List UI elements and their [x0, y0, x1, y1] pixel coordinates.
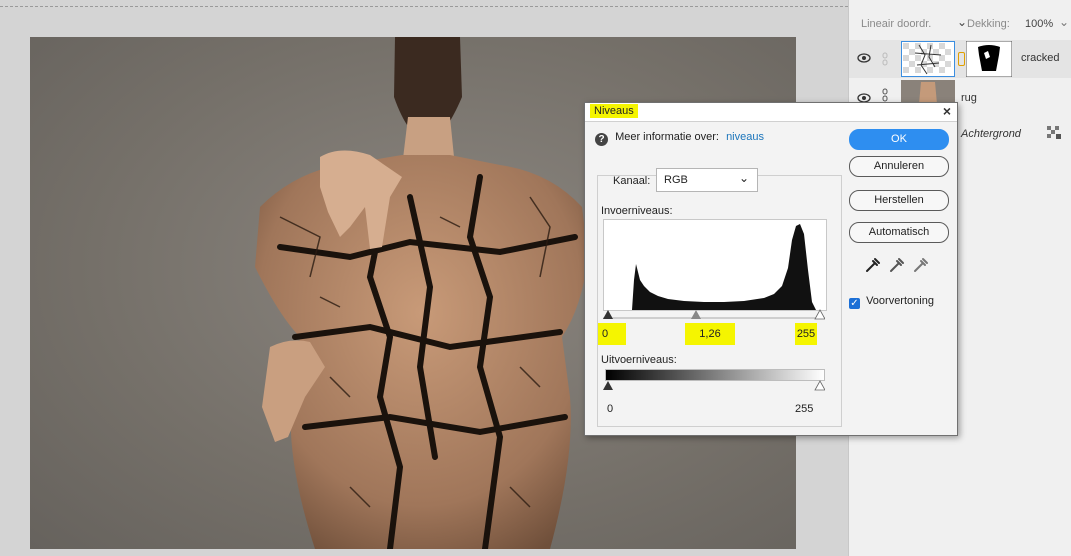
dialog-titlebar[interactable]: Niveaus × — [585, 103, 957, 122]
mask-link-icon[interactable] — [958, 52, 965, 66]
opacity-label: Dekking: — [967, 18, 1010, 30]
input-white-field[interactable]: 255 — [795, 323, 817, 345]
link-chain-icon — [882, 88, 888, 102]
input-black-handle[interactable] — [603, 310, 613, 319]
input-gamma-field[interactable]: 1,26 — [685, 323, 735, 345]
output-levels-slider[interactable] — [603, 379, 825, 391]
layer-row-cracked[interactable]: cracked — [849, 40, 1071, 78]
ruler-guide — [0, 6, 848, 7]
channel-select[interactable]: RGB ⌄ — [656, 168, 758, 192]
close-icon[interactable]: × — [943, 103, 951, 119]
eyedropper-group — [866, 258, 928, 272]
layer-name[interactable]: rug — [961, 92, 977, 104]
output-black-handle[interactable] — [603, 381, 613, 390]
preview-row[interactable]: ✓ Voorvertoning — [849, 295, 934, 309]
output-white-handle[interactable] — [814, 380, 825, 391]
lock-transparency-icon — [1047, 126, 1061, 139]
output-levels-label: Uitvoerniveaus: — [601, 354, 677, 366]
blend-opacity-row: Lineair doordr. ⌄ Dekking: 100% ⌄ — [849, 14, 1071, 36]
info-row: ? Meer informatie over: niveaus — [595, 131, 764, 146]
layer-name[interactable]: Achtergrond — [961, 128, 1021, 140]
white-eyedropper-icon[interactable] — [914, 258, 928, 272]
layer-name[interactable]: cracked — [1021, 52, 1060, 64]
chevron-down-icon: ⌄ — [738, 171, 749, 185]
ok-button[interactable]: OK — [849, 129, 949, 150]
input-levels-label: Invoerniveaus: — [601, 205, 673, 217]
help-icon: ? — [595, 133, 608, 146]
input-black-field[interactable]: 0 — [598, 323, 626, 345]
channel-label: Kanaal: — [613, 175, 651, 187]
reset-button[interactable]: Herstellen — [849, 190, 949, 211]
levels-dialog: Niveaus × ? Meer informatie over: niveau… — [584, 102, 958, 436]
chevron-down-icon[interactable]: ⌄ — [957, 15, 967, 29]
histogram — [603, 219, 827, 311]
chevron-down-icon[interactable]: ⌄ — [1059, 15, 1069, 29]
blend-mode-select[interactable]: Lineair doordr. — [861, 18, 931, 30]
preview-label: Voorvertoning — [866, 295, 934, 307]
channel-value: RGB — [664, 174, 688, 186]
input-gamma-handle[interactable] — [691, 310, 701, 319]
info-link[interactable]: niveaus — [726, 131, 764, 143]
link-chain-icon — [882, 52, 888, 66]
input-white-handle[interactable] — [814, 309, 825, 320]
eye-icon[interactable] — [857, 53, 871, 63]
layer-thumbnail-rug[interactable] — [901, 80, 955, 104]
output-black-field[interactable]: 0 — [607, 403, 613, 415]
input-levels-slider[interactable] — [603, 308, 825, 320]
layer-mask-thumbnail[interactable] — [966, 41, 1012, 77]
opacity-value[interactable]: 100% — [1025, 18, 1053, 30]
cancel-button[interactable]: Annuleren — [849, 156, 949, 177]
gray-eyedropper-icon[interactable] — [890, 258, 904, 272]
layer-thumbnail-cracked[interactable] — [901, 41, 955, 77]
auto-button[interactable]: Automatisch — [849, 222, 949, 243]
info-text: Meer informatie over: — [615, 131, 719, 143]
dialog-title: Niveaus — [590, 104, 638, 118]
output-white-field[interactable]: 255 — [795, 403, 813, 415]
black-eyedropper-icon[interactable] — [866, 258, 880, 272]
preview-checkbox[interactable]: ✓ — [849, 298, 860, 309]
